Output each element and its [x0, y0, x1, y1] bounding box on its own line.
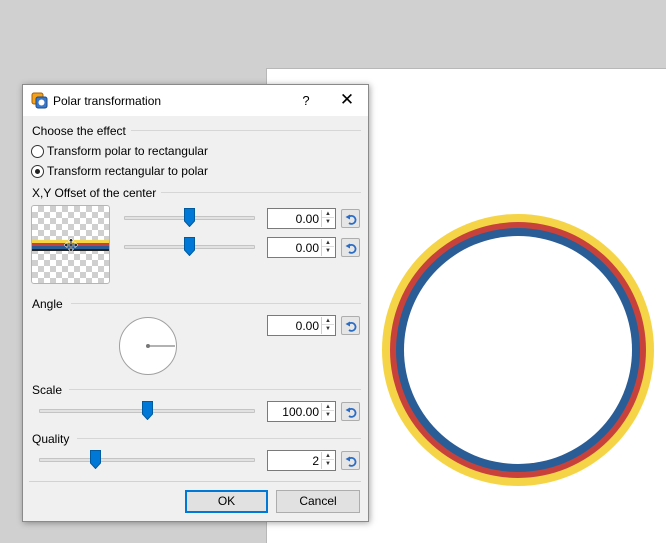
angle-group-label: Angle [32, 297, 63, 311]
spin-buttons: ▲ ▼ [321, 452, 334, 469]
slider-thumb[interactable] [184, 237, 195, 256]
quality-reset-button[interactable] [341, 451, 360, 470]
title-bar[interactable]: Polar transformation ? ✕ [23, 85, 368, 116]
spin-down-icon[interactable]: ▼ [322, 247, 334, 255]
app-icon [31, 92, 48, 109]
spin-up-icon[interactable]: ▲ [322, 239, 334, 247]
spin-up-icon[interactable]: ▲ [322, 452, 334, 460]
polar-transformation-dialog: Polar transformation ? ✕ Choose the effe… [22, 84, 369, 522]
angle-reset-button[interactable] [341, 316, 360, 335]
quality-group-divider [77, 438, 361, 439]
scale-reset-button[interactable] [341, 402, 360, 421]
offset-x-slider[interactable] [124, 208, 255, 228]
slider-track [39, 458, 255, 462]
radio-rect-to-polar[interactable]: Transform rectangular to polar [31, 163, 208, 179]
offset-preview[interactable] [31, 205, 110, 284]
offset-y-slider[interactable] [124, 237, 255, 257]
dialog-title: Polar transformation [53, 94, 162, 108]
angle-dial[interactable] [119, 317, 177, 375]
scale-spinbox[interactable]: 100.00 ▲ ▼ [267, 401, 336, 422]
move-crosshair-icon[interactable] [64, 238, 78, 252]
spin-up-icon[interactable]: ▲ [322, 317, 334, 325]
radio-polar-to-rect[interactable]: Transform polar to rectangular [31, 143, 208, 159]
offset-x-value[interactable]: 0.00 [296, 212, 319, 226]
offset-y-value[interactable]: 0.00 [296, 241, 319, 255]
spin-buttons: ▲ ▼ [321, 210, 334, 227]
radio-button[interactable] [31, 144, 44, 158]
angle-indicator [146, 344, 175, 348]
offset-x-spinbox[interactable]: 0.00 ▲ ▼ [267, 208, 336, 229]
angle-value[interactable]: 0.00 [296, 319, 319, 333]
reset-icon [345, 407, 356, 418]
radio-button-checked[interactable] [31, 164, 44, 178]
spin-buttons: ▲ ▼ [321, 239, 334, 256]
spin-buttons: ▲ ▼ [321, 317, 334, 334]
button-separator [29, 481, 361, 482]
slider-thumb[interactable] [90, 450, 101, 469]
ok-button[interactable]: OK [185, 490, 268, 513]
spin-down-icon[interactable]: ▼ [322, 460, 334, 468]
scale-group-label: Scale [32, 383, 63, 397]
offset-y-reset-button[interactable] [341, 238, 360, 257]
slider-thumb[interactable] [142, 401, 153, 420]
quality-value[interactable]: 2 [312, 454, 319, 468]
radio-label: Transform rectangular to polar [47, 164, 208, 178]
close-button[interactable]: ✕ [326, 85, 368, 116]
reset-icon [345, 321, 356, 332]
effect-group-label: Choose the effect [32, 124, 126, 138]
spin-buttons: ▲ ▼ [321, 403, 334, 420]
slider-thumb[interactable] [184, 208, 195, 227]
reset-icon [345, 456, 356, 467]
spin-down-icon[interactable]: ▼ [322, 218, 334, 226]
spin-down-icon[interactable]: ▼ [322, 411, 334, 419]
spin-down-icon[interactable]: ▼ [322, 325, 334, 333]
offset-y-spinbox[interactable]: 0.00 ▲ ▼ [267, 237, 336, 258]
ring-center [404, 236, 632, 464]
quality-group-label: Quality [32, 432, 70, 446]
help-button[interactable]: ? [289, 85, 323, 116]
quality-spinbox[interactable]: 2 ▲ ▼ [267, 450, 336, 471]
spin-up-icon[interactable]: ▲ [322, 403, 334, 411]
spin-up-icon[interactable]: ▲ [322, 210, 334, 218]
offset-group-divider [161, 192, 361, 193]
quality-slider[interactable] [39, 450, 255, 470]
angle-group-divider [71, 303, 361, 304]
cancel-button[interactable]: Cancel [276, 490, 360, 513]
effect-group-divider [131, 130, 361, 131]
scale-slider[interactable] [39, 401, 255, 421]
radio-label: Transform polar to rectangular [47, 144, 208, 158]
angle-spinbox[interactable]: 0.00 ▲ ▼ [267, 315, 336, 336]
scale-value[interactable]: 100.00 [282, 405, 319, 419]
scale-group-divider [69, 389, 361, 390]
reset-icon [345, 243, 356, 254]
reset-icon [345, 214, 356, 225]
offset-x-reset-button[interactable] [341, 209, 360, 228]
offset-group-label: X,Y Offset of the center [32, 186, 157, 200]
